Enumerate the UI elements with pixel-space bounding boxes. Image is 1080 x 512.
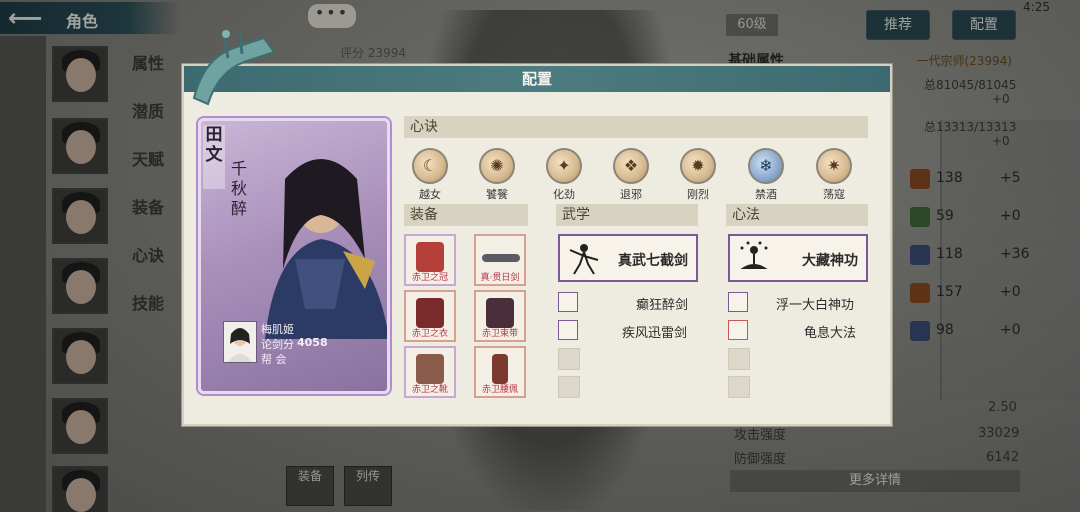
- wuxue-main-slot[interactable]: 真武七截剑: [558, 234, 698, 282]
- xinjue-tuixie-icon[interactable]: ❖: [613, 148, 649, 184]
- equip-slot-helmet[interactable]: 赤卫之冠: [404, 234, 456, 286]
- xinfa-sub-icon[interactable]: [728, 292, 748, 312]
- score-value: 4058: [297, 336, 328, 349]
- xinjue-dangkou-icon[interactable]: ✷: [816, 148, 852, 184]
- boots-icon: [416, 354, 444, 384]
- config-modal: 配置 田文 千秋醉 梅肌姬 论剑分 4058 帮 会 心诀 ☾ 越女 ✺ 饕餮 …: [182, 64, 892, 426]
- meditation-icon: [740, 241, 768, 269]
- xinfa-main-slot[interactable]: 大藏神功: [728, 234, 868, 282]
- pendant-icon: [492, 354, 508, 384]
- card-subtitle: 千秋醉: [230, 159, 247, 218]
- character-card: 田文 千秋醉 梅肌姬 论剑分 4058 帮 会: [198, 118, 390, 394]
- wuxue-sub-name[interactable]: 癫狂醉剑: [636, 294, 688, 313]
- player-name: 梅肌姬: [261, 323, 294, 336]
- equip-slot-belt[interactable]: 赤卫束带: [474, 290, 526, 342]
- xinfa-sub-name[interactable]: 浮一大白神功: [776, 294, 854, 313]
- xinjue-jinjiu-icon[interactable]: ❄: [748, 148, 784, 184]
- equipment-header: 装备: [404, 204, 528, 226]
- xinjue-name: 越女: [419, 188, 441, 201]
- xinjue-ganglie-icon[interactable]: ✹: [680, 148, 716, 184]
- equip-slot-armor[interactable]: 赤卫之衣: [404, 290, 456, 342]
- helmet-icon: [416, 242, 444, 272]
- xinjue-name: 荡寇: [823, 188, 845, 201]
- xinfa-sub-name[interactable]: 龟息大法: [804, 322, 856, 341]
- xinfa-sub-icon[interactable]: [728, 320, 748, 340]
- wuxue-sub-icon[interactable]: [558, 292, 578, 312]
- belt-icon: [486, 298, 514, 328]
- xinjue-huajin-icon[interactable]: ✦: [546, 148, 582, 184]
- xinjue-name: 刚烈: [687, 188, 709, 201]
- card-title: 田文: [203, 125, 225, 189]
- player-avatar: [223, 321, 257, 363]
- wuxue-sub-name[interactable]: 疾风迅雷剑: [622, 322, 687, 341]
- score-label: 论剑分: [261, 338, 294, 351]
- xinjue-name: 禁酒: [755, 188, 777, 201]
- guild-label: 帮 会: [261, 353, 287, 366]
- wuxue-empty-slot[interactable]: [558, 348, 580, 370]
- wuxue-empty-slot[interactable]: [558, 376, 580, 398]
- xinfa-empty-slot[interactable]: [728, 348, 750, 370]
- equip-slot-boots[interactable]: 赤卫之靴: [404, 346, 456, 398]
- equip-slot-weapon[interactable]: 真·贯日剑: [474, 234, 526, 286]
- wuxue-sub-icon[interactable]: [558, 320, 578, 340]
- xinjue-name: 化劲: [553, 188, 575, 201]
- xinjue-yuenv-icon[interactable]: ☾: [412, 148, 448, 184]
- xinfa-main-name: 大藏神功: [802, 253, 858, 269]
- wuxue-header: 武学: [556, 204, 698, 226]
- armor-icon: [416, 298, 444, 328]
- ribbon-decoration-icon: [192, 30, 276, 106]
- sword-icon: [482, 254, 520, 262]
- xinfa-empty-slot[interactable]: [728, 376, 750, 398]
- sword-stance-icon: [569, 244, 599, 275]
- xinjue-name: 饕餮: [486, 188, 508, 201]
- xinjue-header: 心诀: [404, 116, 868, 138]
- wuxue-main-name: 真武七截剑: [618, 253, 688, 269]
- character-portrait: [265, 159, 387, 339]
- xinfa-header: 心法: [726, 204, 868, 226]
- xinjue-taotie-icon[interactable]: ✺: [479, 148, 515, 184]
- card-info: 梅肌姬 论剑分 4058 帮 会: [223, 321, 383, 369]
- equip-slot-accessory[interactable]: 赤卫腰佩: [474, 346, 526, 398]
- xinjue-name: 退邪: [620, 188, 642, 201]
